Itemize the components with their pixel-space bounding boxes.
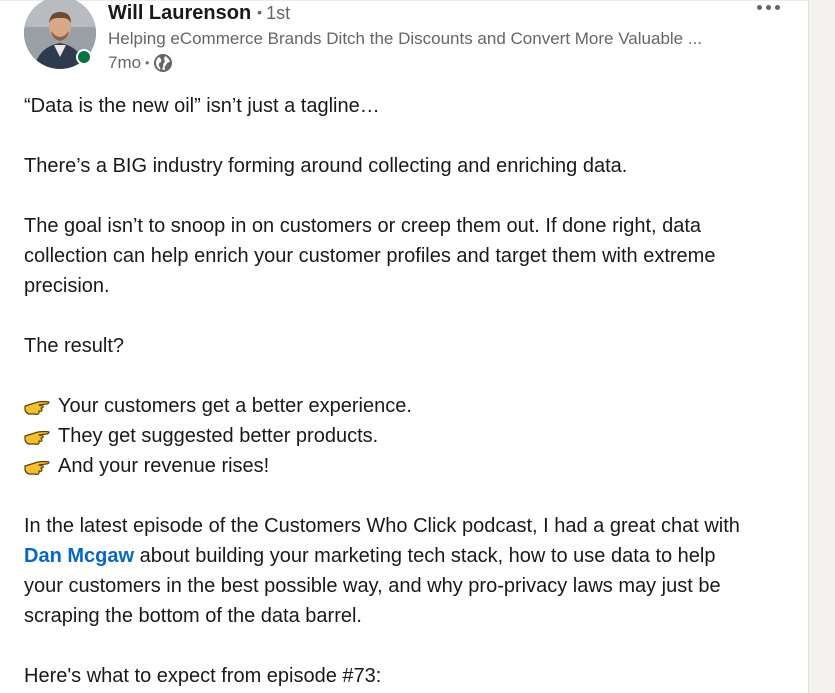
post-text-line: In the latest episode of the Customers W… xyxy=(24,515,740,537)
pointing-hand-icon xyxy=(24,456,50,476)
post-age: 7mo xyxy=(108,53,142,72)
author-line: Will Laurenson • 1st xyxy=(108,0,290,25)
author-name[interactable]: Will Laurenson xyxy=(108,2,251,24)
post-text-line: The result? xyxy=(24,335,125,357)
ellipsis-icon xyxy=(756,4,780,10)
post-text-line: Here's what to expect from episode #73: xyxy=(24,665,382,687)
bullet-item: Your customers get a better experience. xyxy=(24,391,784,421)
bullet-item: They get suggested better products. xyxy=(24,421,784,451)
more-options-button[interactable] xyxy=(748,0,788,18)
page-background-gutter xyxy=(809,0,835,693)
post-text-line: “Data is the new oil” isn’t just a tagli… xyxy=(24,95,380,117)
pointing-hand-icon xyxy=(24,426,50,446)
online-status-indicator xyxy=(76,49,92,65)
bullet-text: They get suggested better products. xyxy=(58,425,379,447)
post-body: “Data is the new oil” isn’t just a tagli… xyxy=(24,91,784,691)
post-text-line: precision. xyxy=(24,275,110,297)
post-text-line: your customers in the best possible way,… xyxy=(24,575,721,597)
globe-icon xyxy=(153,53,173,73)
post-text-line: Dan Mcgaw about building your marketing … xyxy=(24,541,784,571)
post-meta: 7mo • xyxy=(108,52,173,74)
bullet-text: And your revenue rises! xyxy=(58,455,270,477)
feed-post: Will Laurenson • 1st Helping eCommerce Bra… xyxy=(0,0,809,693)
degree-separator: • xyxy=(257,4,263,20)
post-text-line: The goal isn’t to snoop in on customers … xyxy=(24,215,702,237)
post-text-line: collection can help enrich your customer… xyxy=(24,245,716,267)
pointing-hand-icon xyxy=(24,396,50,416)
bullet-text: Your customers get a better experience. xyxy=(58,395,412,417)
post-text-line: scraping the bottom of the data barrel. xyxy=(24,605,362,627)
meta-separator: • xyxy=(145,56,150,70)
connection-degree: 1st xyxy=(266,3,291,23)
mention-link[interactable]: Dan Mcgaw xyxy=(24,545,134,567)
post-text-fragment: about building your marketing tech stack… xyxy=(134,545,716,567)
post-text-line: There’s a BIG industry forming around co… xyxy=(24,155,628,177)
bullet-item: And your revenue rises! xyxy=(24,451,784,481)
author-headline[interactable]: Helping eCommerce Brands Ditch the Disco… xyxy=(108,28,738,50)
